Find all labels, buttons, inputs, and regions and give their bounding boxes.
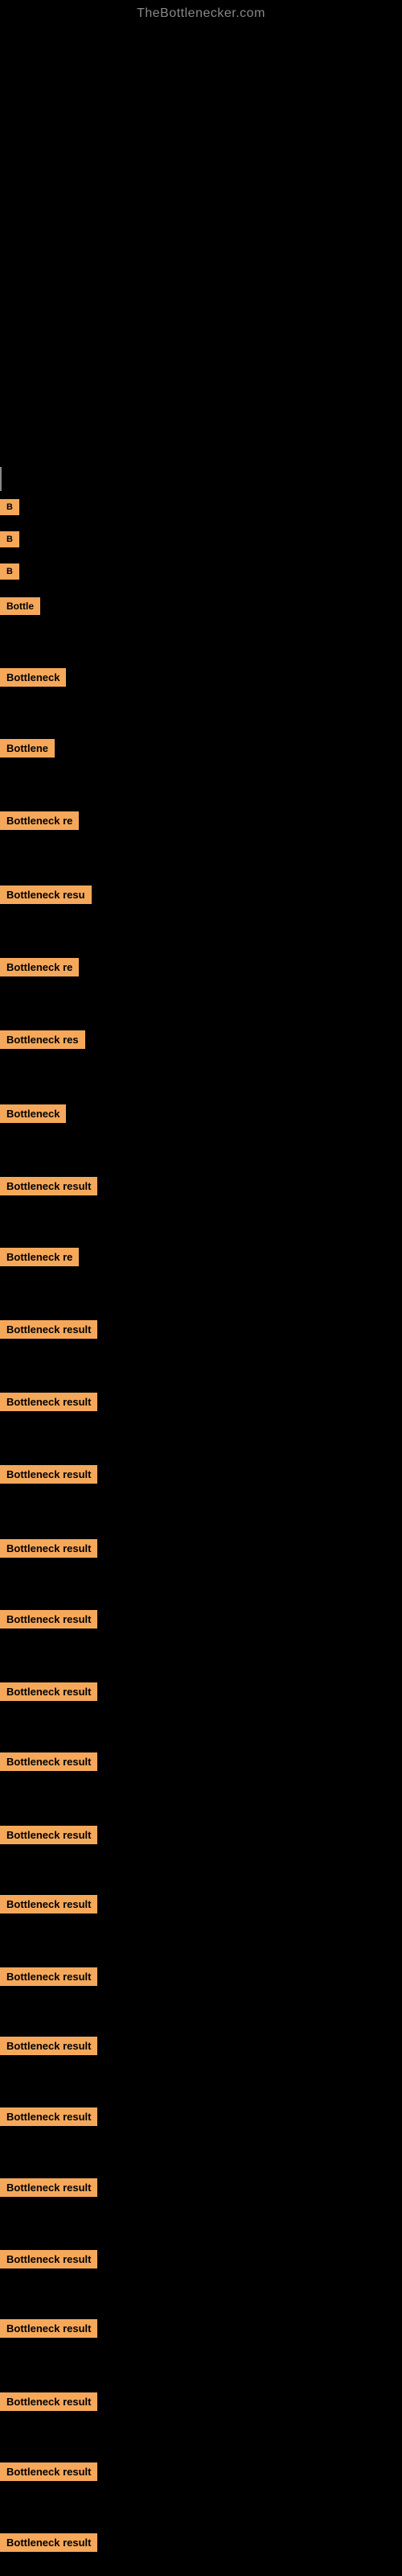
bottleneck-result-label: Bottleneck [0, 1104, 66, 1123]
bottleneck-result-label: Bottleneck result [0, 2250, 97, 2268]
bottleneck-result-label: Bottleneck result [0, 2178, 97, 2197]
bottleneck-result-label: Bottleneck result [0, 2319, 97, 2338]
site-title: TheBottlenecker.com [0, 0, 402, 21]
bottleneck-result-label: Bottlene [0, 739, 55, 758]
bottleneck-result-label: Bottleneck result [0, 1826, 97, 1844]
bottleneck-result-label: Bottleneck result [0, 1752, 97, 1771]
bottleneck-result-label: Bottleneck re [0, 958, 79, 976]
bottleneck-result-label: Bottleneck re [0, 811, 79, 830]
bottleneck-result-label: Bottleneck re [0, 1248, 79, 1266]
bottleneck-result-label: Bottleneck result [0, 1682, 97, 1701]
bottleneck-result-label: B [0, 564, 19, 580]
bottleneck-result-label: Bottleneck result [0, 1610, 97, 1629]
bottleneck-result-label: Bottleneck [0, 668, 66, 687]
bottleneck-result-label: Bottleneck result [0, 2037, 97, 2055]
bottleneck-result-label: B [0, 499, 19, 515]
bottleneck-result-label: Bottleneck result [0, 1895, 97, 1913]
bottleneck-result-label: Bottle [0, 597, 40, 615]
bottleneck-result-label: Bottleneck result [0, 1177, 97, 1195]
bottleneck-result-label: Bottleneck result [0, 1320, 97, 1339]
bottleneck-result-label: B [0, 531, 19, 547]
bottleneck-result-label: Bottleneck result [0, 2462, 97, 2481]
bottleneck-result-label: Bottleneck result [0, 1967, 97, 1986]
vertical-line [0, 467, 2, 491]
bottleneck-result-label: Bottleneck result [0, 2392, 97, 2411]
bottleneck-result-label: Bottleneck resu [0, 886, 92, 904]
bottleneck-result-label: Bottleneck result [0, 2533, 97, 2552]
bottleneck-result-label: Bottleneck result [0, 1539, 97, 1558]
bottleneck-result-label: Bottleneck res [0, 1030, 85, 1049]
bottleneck-result-label: Bottleneck result [0, 1393, 97, 1411]
bottleneck-result-label: Bottleneck result [0, 1465, 97, 1484]
bottleneck-result-label: Bottleneck result [0, 2107, 97, 2126]
